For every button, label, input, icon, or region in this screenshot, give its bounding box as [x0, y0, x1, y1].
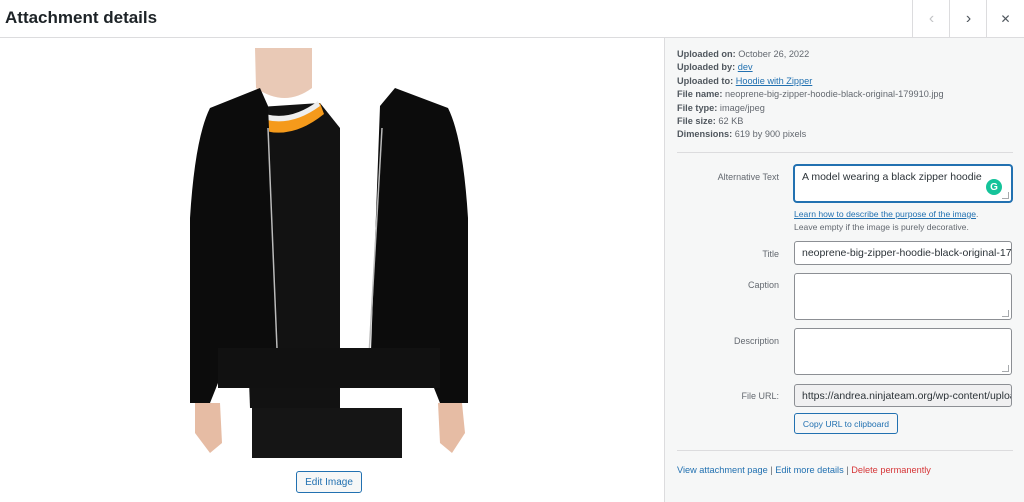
resize-handle[interactable] [1002, 310, 1009, 317]
close-icon: ✕ [1000, 11, 1011, 26]
uploaded-to-link[interactable]: Hoodie with Zipper [736, 76, 813, 86]
dimensions-row: Dimensions: 619 by 900 pixels [677, 129, 807, 140]
chevron-left-icon: ‹ [928, 9, 935, 27]
chevron-right-icon: › [965, 9, 972, 27]
resize-handle[interactable] [1002, 192, 1009, 199]
edit-details-link[interactable]: Edit more details [775, 465, 843, 475]
file-type-row: File type: image/jpeg [677, 102, 765, 113]
modal-header: Attachment details ‹ › ✕ [0, 0, 1024, 38]
copy-url-button[interactable]: Copy URL to clipboard [794, 413, 898, 434]
file-url-label: File URL: [741, 391, 779, 401]
caption-label: Caption [747, 280, 779, 290]
page-title: Attachment details [5, 8, 158, 27]
grammarly-icon[interactable]: G [986, 179, 1002, 195]
uploaded-to-row: Uploaded to: Hoodie with Zipper [677, 75, 813, 86]
file-url-input[interactable]: https://andrea.ninjateam.org/wp-content/… [794, 384, 1012, 407]
attachment-details-sidebar: Uploaded on: October 26, 2022 Uploaded b… [664, 38, 1024, 502]
title-input[interactable]: neoprene-big-zipper-hoodie-black-origina… [794, 241, 1012, 265]
description-input[interactable] [794, 328, 1012, 375]
next-button[interactable]: › [949, 0, 987, 37]
alt-text-help: Learn how to describe the purpose of the… [794, 209, 979, 232]
caption-input[interactable] [794, 273, 1012, 320]
file-size-row: File size: 62 KB [677, 116, 744, 127]
alt-text-help-link[interactable]: Learn how to describe the purpose of the… [794, 209, 976, 219]
alt-text-input[interactable]: A model wearing a black zipper hoodie [794, 165, 1012, 202]
description-label: Description [733, 336, 779, 346]
edit-image-button[interactable]: Edit Image [296, 471, 362, 493]
close-button[interactable]: ✕ [986, 0, 1024, 37]
previous-button[interactable]: ‹ [912, 0, 950, 37]
title-label: Title [762, 249, 779, 259]
uploaded-on-row: Uploaded on: October 26, 2022 [677, 49, 810, 59]
file-info: Uploaded on: October 26, 2022 Uploaded b… [677, 48, 944, 142]
image-preview-panel: Edit Image [0, 38, 664, 502]
uploaded-by-row: Uploaded by: dev [677, 62, 753, 73]
resize-handle[interactable] [1002, 365, 1009, 372]
attachment-image [190, 48, 468, 458]
delete-permanently-link[interactable]: Delete permanently [851, 465, 931, 475]
view-attachment-link[interactable]: View attachment page [677, 465, 768, 475]
divider [677, 152, 1013, 153]
file-name-row: File name: neoprene-big-zipper-hoodie-bl… [677, 89, 944, 100]
uploaded-by-link[interactable]: dev [738, 62, 753, 72]
alt-text-label: Alternative Text [717, 172, 779, 182]
attachment-actions: View attachment page | Edit more details… [677, 465, 931, 475]
divider [677, 450, 1013, 451]
